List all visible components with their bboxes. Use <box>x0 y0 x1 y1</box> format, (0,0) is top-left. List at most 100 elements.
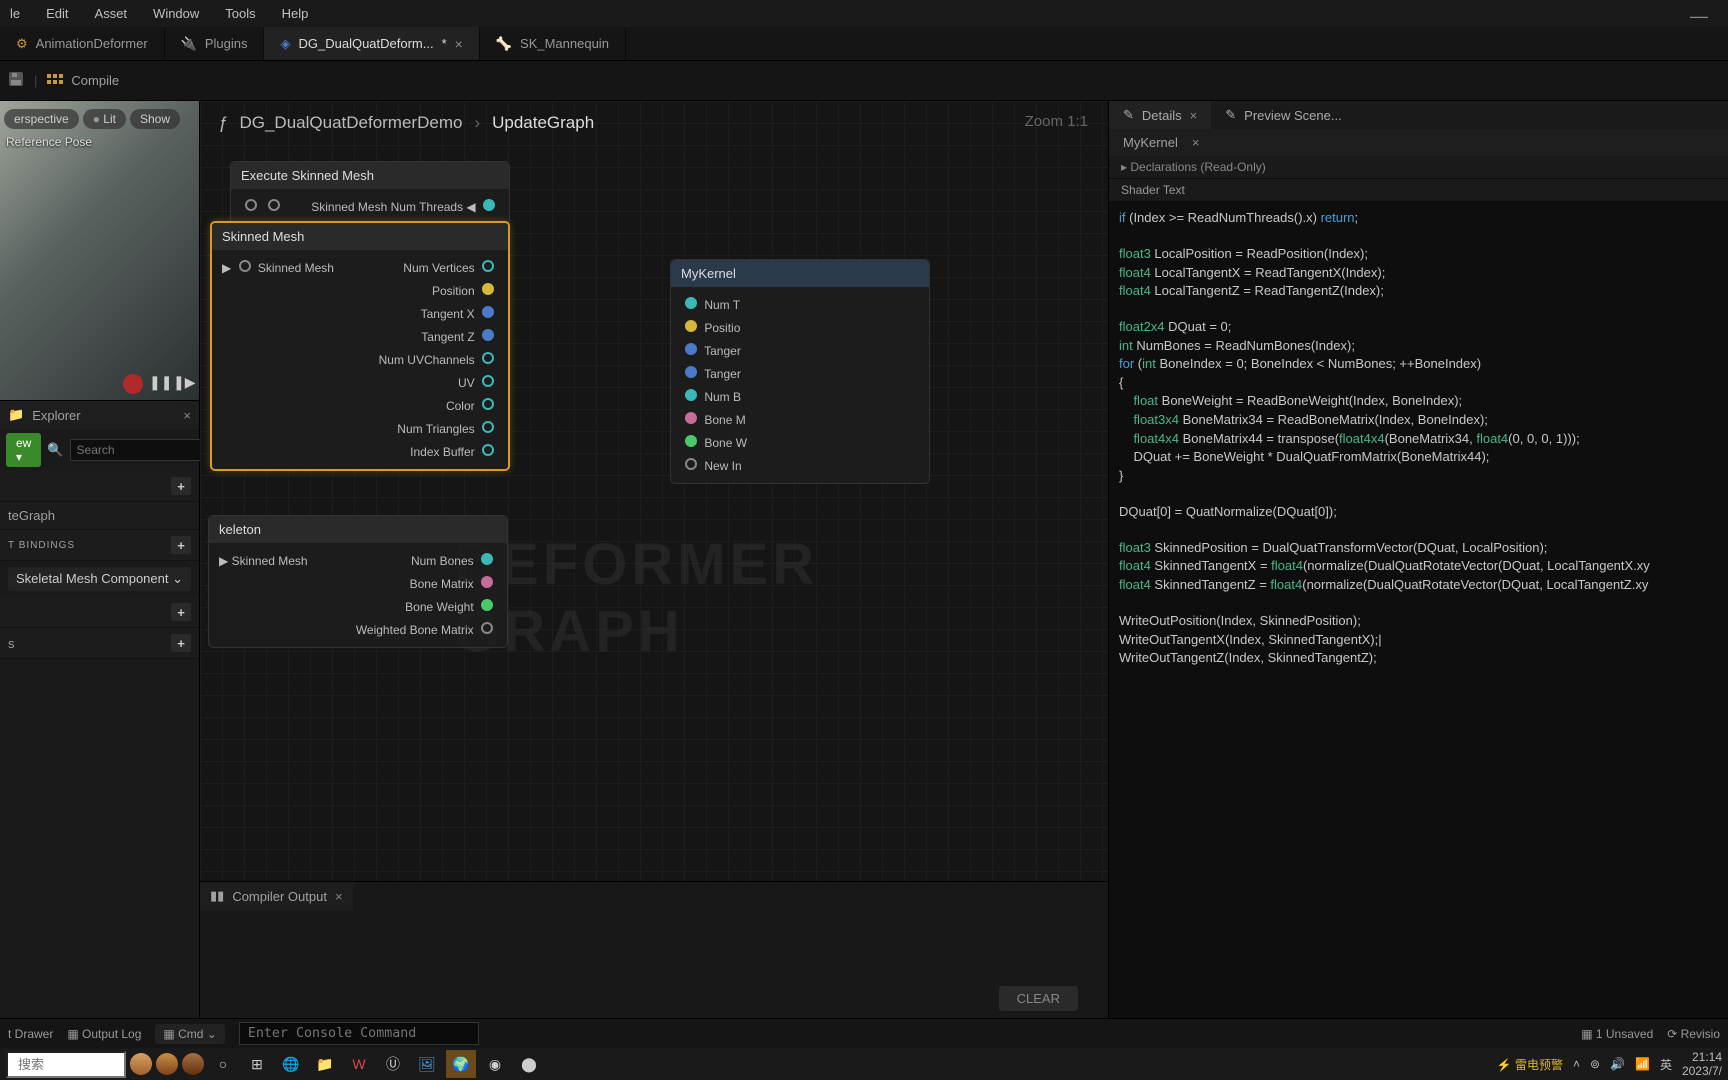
compiler-output-tab[interactable]: ▮▮Compiler Output× <box>200 882 353 910</box>
taskbar-icon[interactable] <box>156 1053 178 1075</box>
shader-code-editor[interactable]: if (Index >= ReadNumThreads().x) return;… <box>1109 201 1728 1021</box>
plug-icon: 🔌 <box>181 36 197 52</box>
tab-animation-deformer[interactable]: ⚙AnimationDeformer <box>0 27 165 60</box>
menu-file[interactable]: le <box>10 6 20 21</box>
obs-icon[interactable]: ⬤ <box>514 1050 544 1078</box>
add-button[interactable]: + <box>171 634 191 652</box>
cmd-selector[interactable]: ▦ Cmd ⌄ <box>155 1024 224 1044</box>
node-skinned-mesh[interactable]: Skinned Mesh ▶ Skinned MeshNum Vertices … <box>210 221 510 471</box>
clock[interactable]: 21:142023/7/ <box>1682 1050 1722 1078</box>
explorer-icon[interactable]: 📁 <box>310 1050 340 1078</box>
tray-volume-icon[interactable]: 🔊 <box>1610 1057 1625 1071</box>
unreal-icon[interactable]: Ⓤ <box>378 1050 408 1078</box>
graph-canvas[interactable]: ƒ DG_DualQuatDeformerDemo › UpdateGraph … <box>200 101 1108 1021</box>
compile-button[interactable]: Compile <box>47 73 119 88</box>
breadcrumb-root[interactable]: DG_DualQuatDeformerDemo <box>239 113 462 133</box>
folder-icon: 📁 <box>8 407 24 423</box>
close-icon[interactable]: × <box>1192 135 1200 150</box>
tray-network-icon[interactable]: ⊚ <box>1590 1057 1600 1071</box>
windows-taskbar: ○ ⊞ 🌐 📁 W Ⓤ 🖼 🌍 ◉ ⬤ ⚡ 雷电预警 ˄ ⊚ 🔊 📶 英 21:… <box>0 1048 1728 1080</box>
menu-tools[interactable]: Tools <box>225 6 255 21</box>
weather-widget[interactable]: ⚡ 雷电预警 <box>1497 1056 1563 1073</box>
menu-window[interactable]: Window <box>153 6 199 21</box>
list-item[interactable]: s+ <box>0 628 199 659</box>
save-button[interactable] <box>8 71 24 90</box>
node-title: Execute Skinned Mesh <box>231 162 509 189</box>
browser-icon[interactable]: 🌍 <box>446 1050 476 1078</box>
output-log-button[interactable]: ▦ Output Log <box>67 1027 141 1041</box>
shader-text-header: Shader Text <box>1109 178 1728 201</box>
skeleton-icon: 🦴 <box>496 36 512 52</box>
tray-chevron-icon[interactable]: ˄ <box>1573 1057 1580 1071</box>
function-icon: ƒ <box>218 113 227 133</box>
unsaved-badge[interactable]: ▦ 1 Unsaved <box>1581 1027 1653 1041</box>
viewport-lit[interactable]: ● Lit <box>83 109 126 129</box>
edge-icon[interactable]: 🌐 <box>276 1050 306 1078</box>
bindings-header: T BINDINGS+ <box>0 530 199 561</box>
menu-edit[interactable]: Edit <box>46 6 68 21</box>
node-title: Skinned Mesh <box>212 223 508 250</box>
close-icon[interactable]: × <box>455 36 463 52</box>
watermark: DEFORMER GRAPH <box>454 531 890 665</box>
breadcrumb-leaf[interactable]: UpdateGraph <box>492 113 594 133</box>
menu-help[interactable]: Help <box>282 6 309 21</box>
menu-asset[interactable]: Asset <box>95 6 128 21</box>
toolbar: | Compile <box>0 61 1728 101</box>
tab-deformer-graph[interactable]: ◈DG_DualQuatDeform...*× <box>264 27 479 60</box>
record-button[interactable] <box>123 374 143 394</box>
node-title: keleton <box>209 516 507 543</box>
viewport-pose-label: Reference Pose <box>6 135 92 149</box>
details-panel: ✎Details× ✎Preview Scene... MyKernel× ▸ … <box>1108 101 1728 1021</box>
declarations-section[interactable]: ▸ Declarations (Read-Only) <box>1109 156 1728 178</box>
wps-icon[interactable]: W <box>344 1050 374 1078</box>
new-button[interactable]: ew ▾ <box>6 433 41 467</box>
tray-wifi-icon[interactable]: 📶 <box>1635 1057 1650 1071</box>
taskbar-icon[interactable] <box>130 1053 152 1075</box>
zoom-label: Zoom 1:1 <box>1025 113 1088 130</box>
scene-icon: ✎ <box>1225 107 1236 123</box>
content-drawer-button[interactable]: t Drawer <box>8 1027 53 1041</box>
tab-mannequin[interactable]: 🦴SK_Mannequin <box>480 27 626 60</box>
search-icon: 🔍 <box>47 442 63 458</box>
tab-mykernel[interactable]: MyKernel× <box>1109 129 1728 156</box>
graph-icon: ◈ <box>280 36 290 52</box>
menu-bar: le Edit Asset Window Tools Help <box>0 0 1728 27</box>
console-input[interactable] <box>239 1022 479 1045</box>
left-panel: erspective ● Lit Show Reference Pose ❚❚ … <box>0 101 200 1021</box>
pause-button[interactable]: ❚❚ <box>149 374 167 394</box>
bars-icon: ▮▮ <box>210 888 224 904</box>
graph-item[interactable]: teGraph <box>0 502 199 530</box>
preview-viewport[interactable]: erspective ● Lit Show Reference Pose ❚❚ … <box>0 101 199 401</box>
ime-indicator[interactable]: 英 <box>1660 1056 1672 1073</box>
viewport-show[interactable]: Show <box>130 109 180 129</box>
minimize-button[interactable]: — <box>1690 6 1708 27</box>
step-button[interactable]: ❚▶ <box>173 374 191 394</box>
taskbar-search[interactable] <box>6 1051 126 1078</box>
tab-plugins[interactable]: 🔌Plugins <box>165 27 265 60</box>
close-icon[interactable]: × <box>1190 108 1198 123</box>
node-mykernel[interactable]: MyKernel Num T Positio Tanger Tanger Num… <box>670 259 930 484</box>
node-skeleton[interactable]: keleton ▶ Skinned MeshNum Bones Bone Mat… <box>208 515 508 648</box>
node-title: MyKernel <box>671 260 929 287</box>
close-icon[interactable]: × <box>183 408 191 423</box>
add-button[interactable]: + <box>171 477 191 495</box>
details-icon: ✎ <box>1123 107 1134 123</box>
document-tabs: ⚙AnimationDeformer 🔌Plugins ◈DG_DualQuat… <box>0 27 1728 61</box>
taskview-icon[interactable]: ⊞ <box>242 1050 272 1078</box>
node-execute-skinned-mesh[interactable]: Execute Skinned Mesh Skinned Mesh Num Th… <box>230 161 510 225</box>
breadcrumb: ƒ DG_DualQuatDeformerDemo › UpdateGraph <box>218 113 594 133</box>
steam-icon[interactable]: ◉ <box>480 1050 510 1078</box>
gear-icon: ⚙ <box>16 36 28 52</box>
add-button[interactable]: + <box>171 536 191 554</box>
viewport-perspective[interactable]: erspective <box>4 109 79 129</box>
close-icon[interactable]: × <box>335 889 343 904</box>
cortana-icon[interactable]: ○ <box>208 1050 238 1078</box>
revision-button[interactable]: ⟳ Revisio <box>1667 1027 1720 1041</box>
clear-button[interactable]: CLEAR <box>999 986 1078 1011</box>
add-button[interactable]: + <box>171 603 191 621</box>
component-binding[interactable]: Skeletal Mesh Component ⌄ <box>8 567 191 591</box>
taskbar-icon[interactable] <box>182 1053 204 1075</box>
photos-icon[interactable]: 🖼 <box>412 1050 442 1078</box>
tab-details[interactable]: ✎Details× <box>1109 101 1211 129</box>
tab-preview-scene[interactable]: ✎Preview Scene... <box>1211 101 1355 129</box>
